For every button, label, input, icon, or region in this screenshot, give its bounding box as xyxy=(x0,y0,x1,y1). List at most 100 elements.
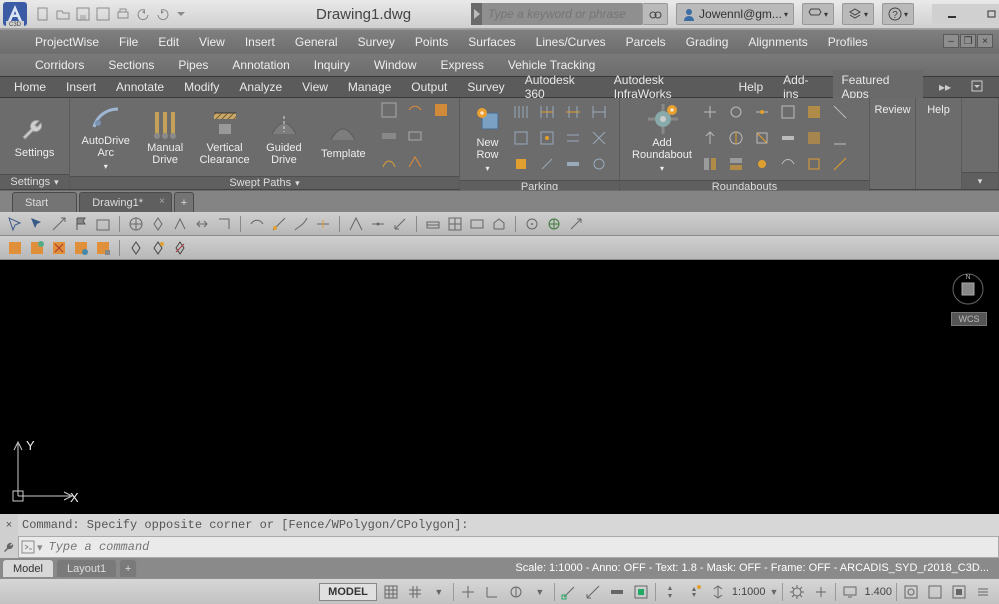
menu-insert[interactable]: Insert xyxy=(245,35,275,49)
new-row-button[interactable]: New Row▾ xyxy=(466,103,509,175)
panel-settings-title[interactable]: Settings xyxy=(10,176,58,188)
layouttab-model[interactable]: Model xyxy=(2,559,54,577)
ribtab-manage[interactable]: Manage xyxy=(340,77,399,97)
round-tool-icon[interactable] xyxy=(804,128,824,148)
print-icon[interactable] xyxy=(116,7,130,21)
status-lwt-icon[interactable] xyxy=(607,582,627,602)
layouttab-layout1[interactable]: Layout1 xyxy=(56,559,117,577)
tb1-9-icon[interactable] xyxy=(193,215,211,233)
window-restore-button[interactable] xyxy=(972,4,999,24)
round-tool-icon[interactable] xyxy=(700,102,720,122)
menu-annotation[interactable]: Annotation xyxy=(232,58,289,72)
tb1-21-icon[interactable] xyxy=(490,215,508,233)
round-tool-icon[interactable] xyxy=(778,102,798,122)
round-tool-icon[interactable] xyxy=(752,102,772,122)
status-iso-icon[interactable] xyxy=(506,582,526,602)
parking-tool-1-icon[interactable] xyxy=(511,102,531,122)
swept-tool-4-icon[interactable] xyxy=(379,126,399,146)
status-annoscale-icon[interactable] xyxy=(660,582,680,602)
exchange-button[interactable]: ▾ xyxy=(802,3,834,25)
tb1-19-icon[interactable] xyxy=(446,215,464,233)
status-dropdown-icon[interactable]: ▼ xyxy=(530,582,550,602)
filetab-start[interactable]: Start xyxy=(12,192,77,212)
tb1-14-icon[interactable] xyxy=(314,215,332,233)
swept-tool-1-icon[interactable] xyxy=(379,100,399,120)
tb1-8-icon[interactable] xyxy=(171,215,189,233)
menu-survey[interactable]: Survey xyxy=(358,35,395,49)
swept-tool-7-icon[interactable] xyxy=(405,152,425,172)
round-tool-icon[interactable] xyxy=(700,154,720,174)
swept-tool-5-icon[interactable] xyxy=(405,126,425,146)
new-icon[interactable] xyxy=(36,7,50,21)
status-menu-icon[interactable] xyxy=(973,582,993,602)
status-grid-icon[interactable] xyxy=(381,582,401,602)
signin-button[interactable]: Jowennl@gm... ▾ xyxy=(676,3,794,25)
add-roundabout-button[interactable]: Add Roundabout▾ xyxy=(626,103,698,175)
round-tool-icon[interactable] xyxy=(778,128,798,148)
parking-tool-7-icon[interactable] xyxy=(563,128,583,148)
parking-tool-4-icon[interactable] xyxy=(589,102,609,122)
parking-tool-8-icon[interactable] xyxy=(589,128,609,148)
menu-view[interactable]: View xyxy=(199,35,225,49)
menu-window[interactable]: Window xyxy=(374,58,417,72)
tb1-16-icon[interactable] xyxy=(369,215,387,233)
parking-tool-9-icon[interactable] xyxy=(511,154,531,174)
ribtab-modify[interactable]: Modify xyxy=(176,77,227,97)
tb1-17-icon[interactable] xyxy=(391,215,409,233)
ribbon-help-panel[interactable]: Help xyxy=(916,98,962,189)
undo-icon[interactable] xyxy=(136,7,150,21)
saveas-icon[interactable] xyxy=(96,7,110,21)
ribtab-survey[interactable]: Survey xyxy=(459,77,512,97)
status-dropdown-icon[interactable]: ▼ xyxy=(429,582,449,602)
tb2-2-icon[interactable] xyxy=(28,239,46,257)
status-ortho-icon[interactable] xyxy=(458,582,478,602)
menu-linescurves[interactable]: Lines/Curves xyxy=(536,35,606,49)
round-tool-icon[interactable] xyxy=(830,102,850,122)
parking-tool-10-icon[interactable] xyxy=(537,154,557,174)
parking-tool-12-icon[interactable] xyxy=(589,154,609,174)
swept-tool-6-icon[interactable] xyxy=(379,152,399,172)
tb1-24-icon[interactable] xyxy=(567,215,585,233)
menu-alignments[interactable]: Alignments xyxy=(748,35,807,49)
status-gear-icon[interactable] xyxy=(787,582,807,602)
swept-tool-3-icon[interactable] xyxy=(431,100,451,120)
ribtab-view[interactable]: View xyxy=(294,77,336,97)
guided-drive-button[interactable]: Guided Drive xyxy=(254,101,313,173)
binoculars-button[interactable] xyxy=(642,3,668,25)
filetab-close-icon[interactable]: × xyxy=(159,196,165,207)
status-f3-icon[interactable] xyxy=(949,582,969,602)
status-osnap-icon[interactable] xyxy=(559,582,579,602)
tb1-pick-icon[interactable] xyxy=(28,215,46,233)
parking-tool-5-icon[interactable] xyxy=(511,128,531,148)
status-monitor-icon[interactable] xyxy=(840,582,860,602)
tb2-5-icon[interactable] xyxy=(94,239,112,257)
parking-tool-11-icon[interactable] xyxy=(563,154,583,174)
round-tool-icon[interactable] xyxy=(726,102,746,122)
wcs-badge[interactable]: WCS xyxy=(951,312,987,326)
ribbon-collapse-icon[interactable] xyxy=(963,77,991,97)
ribtab-help[interactable]: Help xyxy=(730,77,771,97)
tb2-7-icon[interactable] xyxy=(149,239,167,257)
menu-edit[interactable]: Edit xyxy=(158,35,179,49)
menu-inquiry[interactable]: Inquiry xyxy=(314,58,350,72)
round-tool-icon[interactable] xyxy=(726,154,746,174)
mdi-restore-button[interactable]: ❐ xyxy=(960,34,976,48)
menu-grading[interactable]: Grading xyxy=(686,35,729,49)
mdi-close-button[interactable]: × xyxy=(977,34,993,48)
filetab-new-button[interactable]: + xyxy=(174,192,194,212)
tb1-box-icon[interactable] xyxy=(94,215,112,233)
search-collapse-icon[interactable] xyxy=(471,3,482,25)
view-cube[interactable]: N xyxy=(951,272,985,306)
tb1-flag-icon[interactable] xyxy=(72,215,90,233)
status-model-button[interactable]: MODEL xyxy=(319,583,377,601)
tb2-4-icon[interactable] xyxy=(72,239,90,257)
status-plus-icon[interactable] xyxy=(811,582,831,602)
model-space[interactable]: N WCS Y X xyxy=(0,260,999,514)
parking-tool-2-icon[interactable] xyxy=(537,102,557,122)
ribtab-insert[interactable]: Insert xyxy=(58,77,104,97)
round-tool-icon[interactable] xyxy=(752,128,772,148)
menu-points[interactable]: Points xyxy=(415,35,448,49)
layouttab-add-button[interactable]: + xyxy=(119,559,137,577)
round-tool-icon[interactable] xyxy=(778,154,798,174)
tb1-22-icon[interactable] xyxy=(523,215,541,233)
